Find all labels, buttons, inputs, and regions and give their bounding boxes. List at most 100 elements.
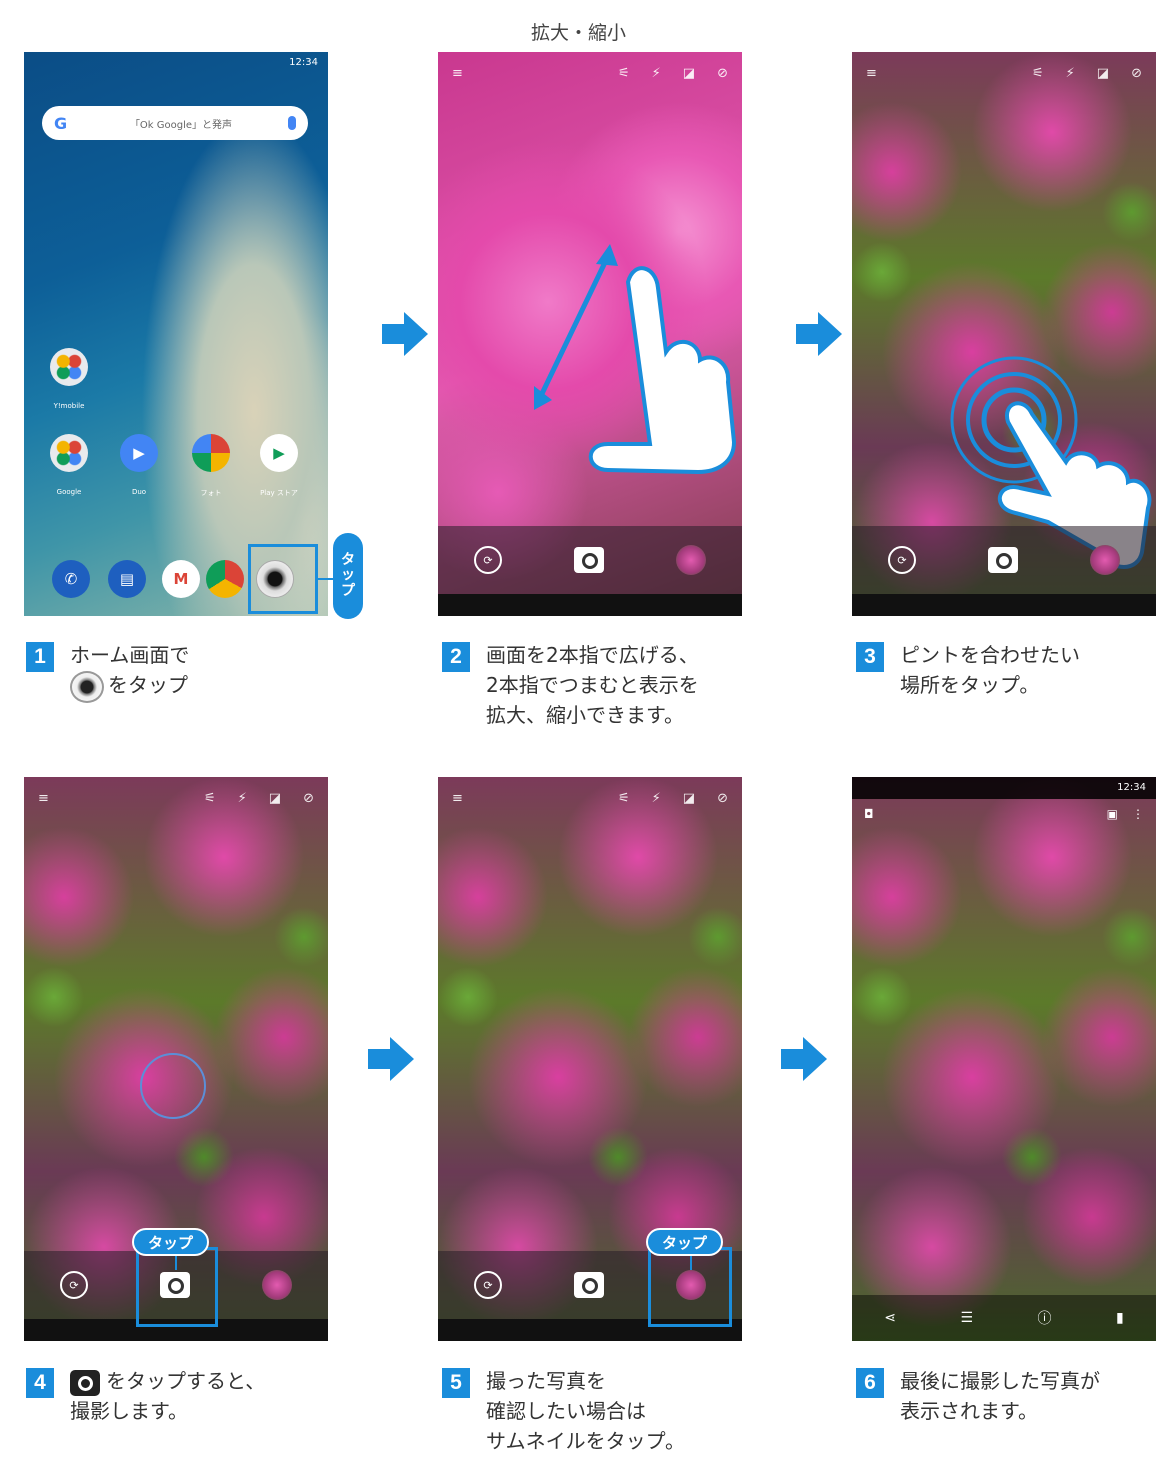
next-arrow-icon (368, 1037, 414, 1081)
step-line: 最後に撮影した写真が (900, 1369, 1100, 1393)
step-text: ホーム画面で をタップ (70, 640, 189, 703)
flash-icon[interactable]: ⚡ (652, 791, 661, 806)
delete-icon[interactable]: ▮ (1116, 1310, 1124, 1326)
ymobile-folder-icon[interactable] (50, 348, 88, 386)
step-number: 1 (26, 642, 54, 672)
step-text: 画面を2本指で広げる、 2本指でつまむと表示を 拡大、縮小できます。 (486, 640, 699, 730)
camera-app-icon (70, 670, 104, 703)
hdr-icon[interactable]: ⚟ (618, 791, 630, 806)
next-arrow-icon (796, 312, 842, 356)
step-line: 撮影します。 (70, 1399, 188, 1423)
album-icon[interactable]: ▣ (1107, 807, 1118, 821)
step-1: 1 ホーム画面で をタップ (26, 640, 189, 703)
photo-view[interactable] (852, 777, 1156, 1341)
flash-icon[interactable]: ⚡ (238, 791, 247, 806)
step-6: 6 最後に撮影した写真が 表示されます。 (856, 1366, 1100, 1426)
menu-icon[interactable]: ≡ (38, 791, 49, 806)
camera-top-bar: ≡ ⚟ ⚡ ◪ ⊘ (38, 791, 314, 806)
tap-tag-char: ッ (341, 567, 355, 584)
camera-top-bar: ≡ ⚟ ⚡ ◪ ⊘ (452, 791, 728, 806)
camera-controls: ⟳ (852, 526, 1156, 594)
duo-app-icon[interactable]: ▶ (120, 434, 158, 472)
focus-ring (140, 1053, 206, 1119)
thumbnail-button[interactable] (676, 545, 706, 575)
timer-icon[interactable]: ⊘ (717, 791, 728, 806)
chrome-app-icon[interactable] (206, 560, 244, 598)
step-number: 5 (442, 1368, 470, 1398)
step-line: をタップすると、 (106, 1369, 266, 1393)
exposure-icon[interactable]: ◪ (269, 791, 281, 806)
viewer-top-bar: ◘ ▣ ⋮ (864, 807, 1144, 821)
camera-back-icon[interactable]: ◘ (864, 807, 874, 821)
shutter-button[interactable] (574, 1272, 604, 1298)
nav-bar (852, 594, 1156, 616)
phone-app-icon[interactable]: ✆ (52, 560, 90, 598)
step-number: 4 (26, 1368, 54, 1398)
gmail-app-icon[interactable]: M (162, 560, 200, 598)
switch-camera-icon[interactable]: ⟳ (888, 546, 916, 574)
shutter-button[interactable] (574, 547, 604, 573)
section-title: 拡大・縮小 (530, 22, 626, 44)
step-line: 撮った写真を (486, 1369, 606, 1393)
thumbnail-button[interactable] (1090, 545, 1120, 575)
step-text: 撮った写真を 確認したい場合は サムネイルをタップ。 (486, 1366, 685, 1456)
tag-connector (690, 1256, 692, 1270)
step-2: 2 画面を2本指で広げる、 2本指でつまむと表示を 拡大、縮小できます。 (442, 640, 699, 730)
app-label-duo: Duo (131, 488, 147, 496)
thumbnail-button[interactable] (262, 1270, 292, 1300)
shutter-button[interactable] (988, 547, 1018, 573)
app-label-photos: フォト (200, 489, 222, 497)
pinch-arrow-line (535, 250, 613, 404)
camera-controls: ⟳ (438, 526, 742, 594)
next-arrow-icon (382, 312, 428, 356)
google-search-bar[interactable]: G 「Ok Google」と発声 (42, 106, 308, 140)
app-label-playstore: Play ストア (260, 489, 298, 497)
tap-tag-char: プ (341, 582, 355, 599)
switch-camera-icon[interactable]: ⟳ (474, 546, 502, 574)
hdr-icon[interactable]: ⚟ (204, 791, 216, 806)
step-text: ピントを合わせたい 場所をタップ。 (900, 640, 1080, 700)
step-3: 3 ピントを合わせたい 場所をタップ。 (856, 640, 1080, 700)
phone-camera-zoom: ≡ ⚟ ⚡ ◪ ⊘ ⟳ (438, 52, 742, 616)
shutter-icon (70, 1369, 100, 1396)
tap-highlight-box (248, 544, 318, 614)
exposure-icon[interactable]: ◪ (683, 791, 695, 806)
switch-camera-icon[interactable]: ⟳ (474, 1271, 502, 1299)
mic-icon[interactable] (288, 116, 296, 130)
step-line: 表示されます。 (900, 1399, 1038, 1423)
status-bar: 12:34 (852, 777, 1156, 799)
status-bar: 12:34 (24, 52, 328, 74)
edit-icon[interactable]: ☰ (960, 1310, 973, 1326)
play-store-icon[interactable]: ▶ (260, 434, 298, 472)
step-line: をタップ (108, 673, 188, 697)
more-icon[interactable]: ⋮ (1132, 807, 1144, 821)
step-number: 6 (856, 1368, 884, 1398)
photos-app-icon[interactable] (192, 434, 230, 472)
step-line: 画面を2本指で広げる、 (486, 643, 699, 667)
timer-icon[interactable]: ⊘ (303, 791, 314, 806)
switch-camera-icon[interactable]: ⟳ (60, 1271, 88, 1299)
status-time: 12:34 (289, 57, 318, 68)
messages-app-icon[interactable]: ▤ (108, 560, 146, 598)
info-icon[interactable]: ⓘ (1038, 1308, 1052, 1328)
step-line: ピントを合わせたい (900, 643, 1080, 667)
tap-highlight-box (136, 1247, 218, 1327)
step-line: 場所をタップ。 (900, 673, 1040, 697)
step-5: 5 撮った写真を 確認したい場合は サムネイルをタップ。 (442, 1366, 685, 1456)
tap-tag: タップ (646, 1228, 724, 1256)
tag-connector (175, 1256, 177, 1270)
app-label-google: Google (56, 488, 82, 496)
app-label-ymobile: Y!mobile (53, 402, 85, 410)
tap-tag-vertical: タ ッ プ (333, 533, 363, 619)
share-icon[interactable]: ⋖ (884, 1310, 896, 1326)
step-text: 最後に撮影した写真が 表示されます。 (900, 1366, 1100, 1426)
google-folder-icon[interactable] (50, 434, 88, 472)
phone-camera-thumbnail: ≡ ⚟ ⚡ ◪ ⊘ ⟳ (438, 777, 742, 1341)
status-time: 12:34 (1117, 782, 1146, 793)
menu-icon[interactable]: ≡ (452, 791, 463, 806)
step-line-with-icon: をタップ (70, 670, 189, 703)
step-line: ホーム画面で (70, 643, 190, 667)
pinch-arrow-head-top (596, 244, 618, 266)
step-line-with-icon: をタップすると、 (70, 1366, 265, 1396)
nav-bar (438, 594, 742, 616)
